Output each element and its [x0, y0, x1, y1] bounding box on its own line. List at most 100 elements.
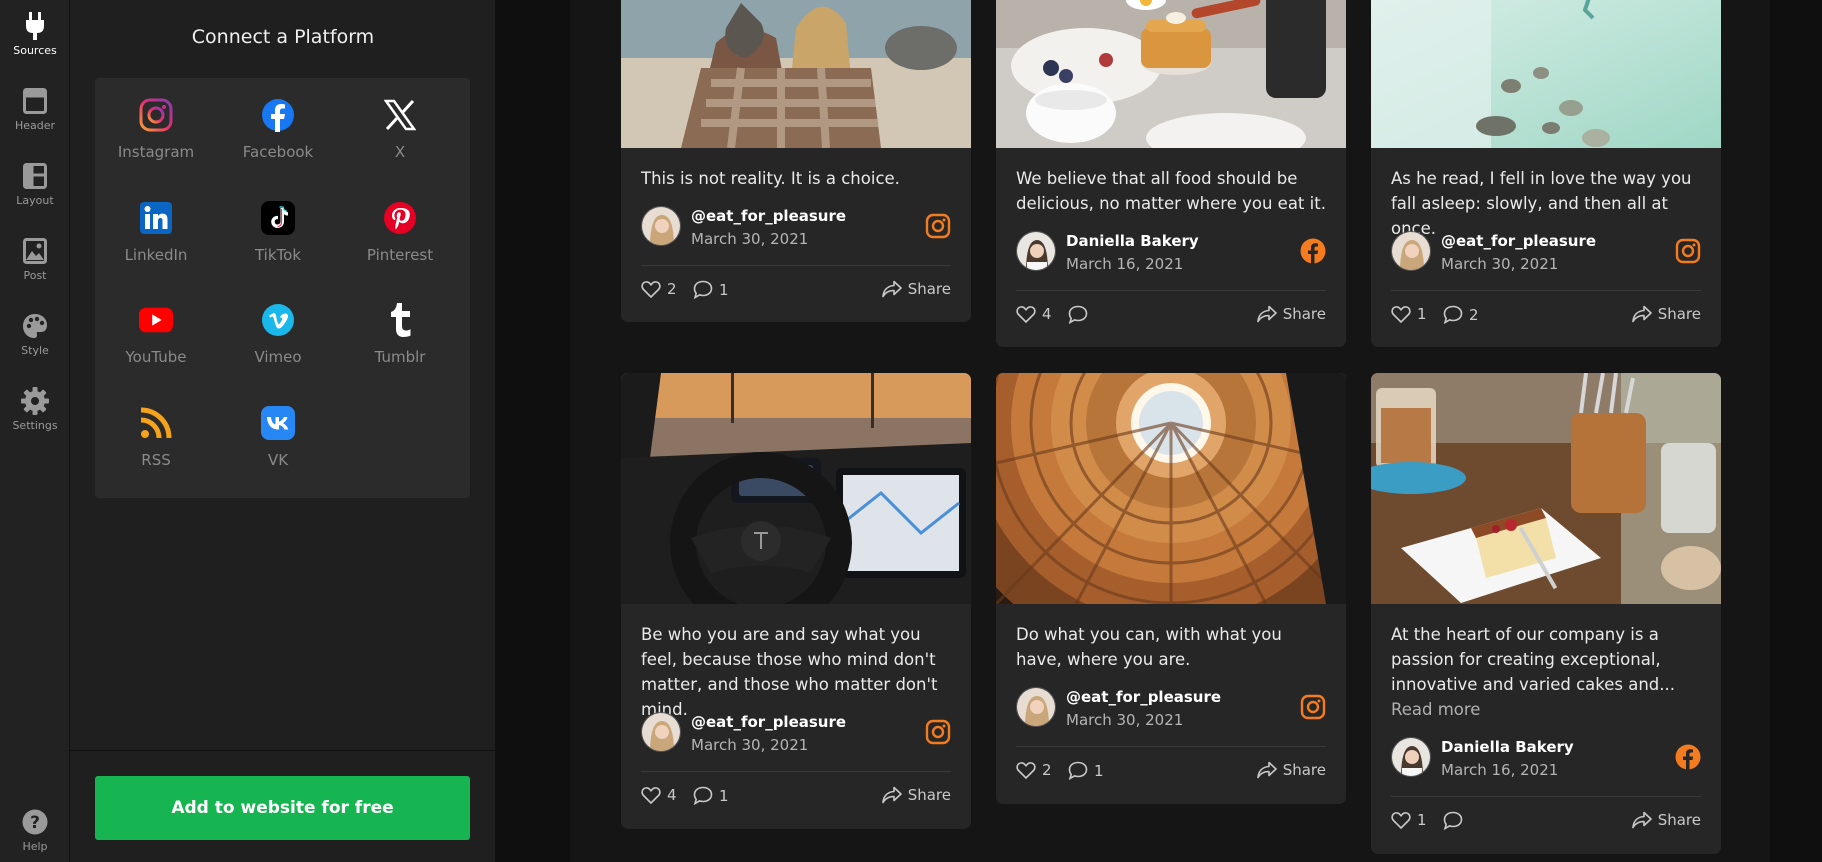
platform-label: Facebook — [242, 143, 314, 161]
platform-x[interactable]: X — [339, 78, 461, 172]
comment-count: 1 — [1094, 761, 1104, 780]
share-label: Share — [1657, 811, 1701, 829]
platform-label: YouTube — [125, 348, 187, 366]
post-date: March 30, 2021 — [691, 736, 809, 754]
like-button[interactable]: 2 — [641, 280, 677, 298]
post-image — [1371, 0, 1721, 148]
platform-facebook[interactable]: Facebook — [217, 78, 339, 172]
gear-icon — [21, 387, 49, 415]
platform-vk[interactable]: VK — [217, 386, 339, 480]
comment-button[interactable] — [1443, 811, 1469, 830]
like-count: 2 — [1042, 761, 1052, 779]
post-actions: 4 1 Share — [641, 786, 951, 810]
instagram-icon[interactable] — [925, 213, 951, 239]
platform-pinterest[interactable]: Pinterest — [339, 181, 461, 275]
post-text: At the heart of our company is a passion… — [1391, 622, 1701, 722]
post-card[interactable]: Be who you are and say what you feel, be… — [621, 373, 971, 829]
read-more-link[interactable]: Read more — [1391, 700, 1480, 719]
post-actions: 2 1 Share — [1016, 761, 1326, 785]
comment-button[interactable]: 1 — [1068, 761, 1104, 780]
platform-tiktok[interactable]: TikTok — [217, 181, 339, 275]
platform-label: X — [394, 143, 406, 161]
share-button[interactable]: Share — [881, 786, 951, 804]
youtube-icon — [139, 303, 173, 337]
heart-icon — [641, 281, 661, 298]
post-card[interactable]: We believe that all food should be delic… — [996, 0, 1346, 347]
divider — [1391, 290, 1701, 291]
rail-item-sources[interactable]: Sources — [0, 0, 70, 66]
add-to-website-button[interactable]: Add to website for free — [95, 776, 470, 840]
tumblr-icon — [383, 303, 417, 337]
pinterest-icon — [383, 201, 417, 235]
rail-item-header[interactable]: Header — [0, 75, 70, 141]
share-label: Share — [907, 280, 951, 298]
post-card[interactable]: Do what you can, with what you have, whe… — [996, 373, 1346, 804]
palette-icon — [21, 312, 49, 340]
rail-label: Help — [22, 840, 48, 853]
like-button[interactable]: 1 — [1391, 811, 1427, 829]
platform-tumblr[interactable]: Tumblr — [339, 283, 461, 377]
help-icon: ? — [21, 808, 49, 836]
post-text: Do what you can, with what you have, whe… — [1016, 625, 1282, 669]
like-button[interactable]: 2 — [1016, 761, 1052, 779]
platform-label: VK — [267, 451, 289, 469]
post-card[interactable]: This is not reality. It is a choice. @ea… — [621, 0, 971, 322]
share-icon — [1256, 761, 1277, 779]
post-date: March 16, 2021 — [1441, 761, 1559, 779]
avatar — [1391, 737, 1431, 777]
rail-item-post[interactable]: Post — [0, 225, 70, 291]
platform-youtube[interactable]: YouTube — [95, 283, 217, 377]
share-label: Share — [907, 786, 951, 804]
comment-button[interactable]: 1 — [693, 786, 729, 805]
share-button[interactable]: Share — [1631, 811, 1701, 829]
avatar — [641, 206, 681, 246]
like-button[interactable]: 1 — [1391, 305, 1427, 323]
rail-label: Style — [21, 344, 49, 357]
facebook-icon — [261, 98, 295, 132]
comment-button[interactable]: 2 — [1443, 305, 1479, 324]
instagram-icon[interactable] — [1675, 238, 1701, 264]
comment-count: 1 — [719, 786, 729, 805]
platform-linkedin[interactable]: LinkedIn — [95, 181, 217, 275]
layout-icon — [21, 162, 49, 190]
facebook-icon[interactable] — [1300, 238, 1326, 264]
post-actions: 1 Share — [1391, 811, 1701, 835]
share-label: Share — [1282, 305, 1326, 323]
post-text: This is not reality. It is a choice. — [641, 169, 900, 188]
post-card[interactable]: As he read, I fell in love the way you f… — [1371, 0, 1721, 347]
share-button[interactable]: Share — [1256, 761, 1326, 779]
rail-item-settings[interactable]: Settings — [0, 375, 70, 441]
share-label: Share — [1657, 305, 1701, 323]
like-button[interactable]: 4 — [1016, 305, 1052, 323]
platform-rss[interactable]: RSS — [95, 386, 217, 480]
comment-icon — [1068, 305, 1088, 324]
platform-vimeo[interactable]: Vimeo — [217, 283, 339, 377]
heart-icon — [1391, 812, 1411, 829]
rail-item-layout[interactable]: Layout — [0, 150, 70, 216]
comment-button[interactable]: 1 — [693, 280, 729, 299]
platform-label: TikTok — [254, 246, 302, 264]
rail-label: Settings — [12, 419, 58, 432]
instagram-icon[interactable] — [925, 719, 951, 745]
author-name: Daniella Bakery — [1441, 738, 1574, 756]
share-button[interactable]: Share — [881, 280, 951, 298]
post-actions: 1 2 Share — [1391, 305, 1701, 329]
tiktok-icon — [261, 201, 295, 235]
facebook-icon[interactable] — [1675, 744, 1701, 770]
comment-button[interactable] — [1068, 305, 1094, 324]
share-button[interactable]: Share — [1256, 305, 1326, 323]
instagram-icon[interactable] — [1300, 694, 1326, 720]
like-count: 4 — [667, 786, 677, 804]
platform-label: Vimeo — [254, 348, 302, 366]
like-button[interactable]: 4 — [641, 786, 677, 804]
linkedin-icon — [139, 201, 173, 235]
post-card[interactable]: At the heart of our company is a passion… — [1371, 373, 1721, 854]
rail-item-help[interactable]: ? Help — [0, 796, 70, 862]
rail-item-style[interactable]: Style — [0, 300, 70, 366]
platform-instagram[interactable]: Instagram — [95, 78, 217, 172]
rail-label: Header — [14, 119, 56, 132]
sources-panel: Connect a Platform Instagram Facebook X — [70, 0, 496, 862]
share-button[interactable]: Share — [1631, 305, 1701, 323]
heart-icon — [641, 787, 661, 804]
platform-label: LinkedIn — [124, 246, 188, 264]
